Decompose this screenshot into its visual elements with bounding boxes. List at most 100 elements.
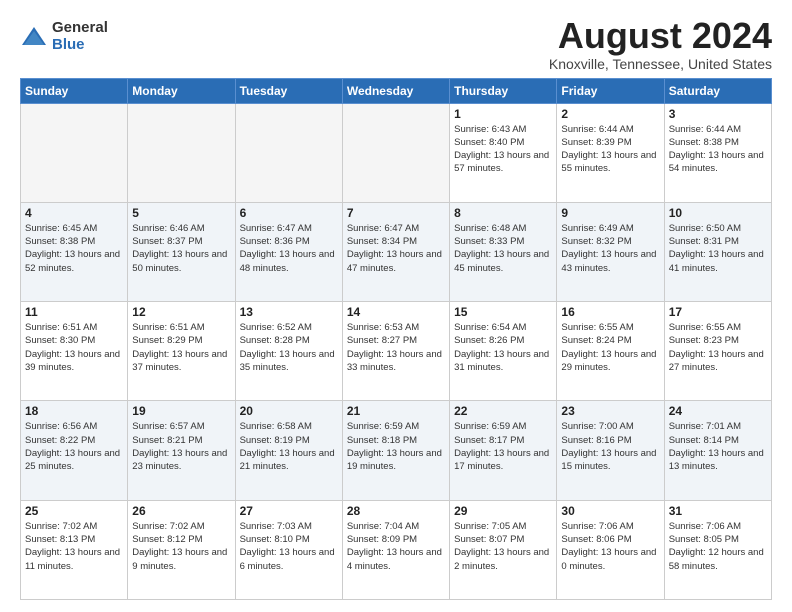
weekday-header-saturday: Saturday	[664, 78, 771, 103]
calendar-cell: 19 Sunrise: 6:57 AM Sunset: 8:21 PM Dayli…	[128, 401, 235, 500]
day-info: Sunrise: 6:57 AM Sunset: 8:21 PM Dayligh…	[132, 420, 230, 473]
calendar-week-2: 4 Sunrise: 6:45 AM Sunset: 8:38 PM Daylig…	[21, 202, 772, 301]
day-info: Sunrise: 7:01 AM Sunset: 8:14 PM Dayligh…	[669, 420, 767, 473]
weekday-header-tuesday: Tuesday	[235, 78, 342, 103]
day-number: 16	[561, 305, 659, 319]
calendar-cell: 10 Sunrise: 6:50 AM Sunset: 8:31 PM Dayli…	[664, 202, 771, 301]
calendar-cell: 11Sunrise: 6:51 AM Sunset: 8:30 PM Dayli…	[21, 302, 128, 401]
calendar-cell	[342, 103, 449, 202]
calendar-cell: 29 Sunrise: 7:05 AM Sunset: 8:07 PM Dayli…	[450, 500, 557, 599]
day-number: 1	[454, 107, 552, 121]
calendar-cell	[128, 103, 235, 202]
calendar-cell: 31Sunrise: 7:06 AM Sunset: 8:05 PM Dayli…	[664, 500, 771, 599]
day-info: Sunrise: 6:51 AM Sunset: 8:30 PM Dayligh…	[25, 321, 123, 374]
day-info: Sunrise: 7:03 AM Sunset: 8:10 PM Dayligh…	[240, 520, 338, 573]
day-info: Sunrise: 6:51 AM Sunset: 8:29 PM Dayligh…	[132, 321, 230, 374]
day-number: 3	[669, 107, 767, 121]
day-number: 20	[240, 404, 338, 418]
calendar-cell: 22 Sunrise: 6:59 AM Sunset: 8:17 PM Dayli…	[450, 401, 557, 500]
day-info: Sunrise: 6:50 AM Sunset: 8:31 PM Dayligh…	[669, 222, 767, 275]
calendar-cell: 2 Sunrise: 6:44 AM Sunset: 8:39 PM Daylig…	[557, 103, 664, 202]
day-number: 2	[561, 107, 659, 121]
title-block: August 2024 Knoxville, Tennessee, United…	[549, 16, 772, 72]
calendar-cell	[21, 103, 128, 202]
logo-text: General Blue	[52, 20, 108, 53]
calendar-cell: 23Sunrise: 7:00 AM Sunset: 8:16 PM Dayli…	[557, 401, 664, 500]
month-title: August 2024	[549, 16, 772, 56]
calendar-cell: 17Sunrise: 6:55 AM Sunset: 8:23 PM Dayli…	[664, 302, 771, 401]
day-info: Sunrise: 6:44 AM Sunset: 8:39 PM Dayligh…	[561, 123, 659, 176]
header: General Blue August 2024 Knoxville, Tenn…	[20, 16, 772, 72]
weekday-header-monday: Monday	[128, 78, 235, 103]
day-number: 26	[132, 504, 230, 518]
calendar-week-5: 25Sunrise: 7:02 AM Sunset: 8:13 PM Dayli…	[21, 500, 772, 599]
day-info: Sunrise: 6:43 AM Sunset: 8:40 PM Dayligh…	[454, 123, 552, 176]
calendar-week-1: 1 Sunrise: 6:43 AM Sunset: 8:40 PM Daylig…	[21, 103, 772, 202]
day-number: 19	[132, 404, 230, 418]
day-info: Sunrise: 6:48 AM Sunset: 8:33 PM Dayligh…	[454, 222, 552, 275]
day-info: Sunrise: 6:54 AM Sunset: 8:26 PM Dayligh…	[454, 321, 552, 374]
day-number: 10	[669, 206, 767, 220]
day-info: Sunrise: 6:53 AM Sunset: 8:27 PM Dayligh…	[347, 321, 445, 374]
day-number: 21	[347, 404, 445, 418]
day-number: 22	[454, 404, 552, 418]
calendar-cell: 5 Sunrise: 6:46 AM Sunset: 8:37 PM Daylig…	[128, 202, 235, 301]
calendar-cell: 27 Sunrise: 7:03 AM Sunset: 8:10 PM Dayli…	[235, 500, 342, 599]
calendar-cell: 6 Sunrise: 6:47 AM Sunset: 8:36 PM Daylig…	[235, 202, 342, 301]
calendar-cell: 16 Sunrise: 6:55 AM Sunset: 8:24 PM Dayli…	[557, 302, 664, 401]
calendar-week-3: 11Sunrise: 6:51 AM Sunset: 8:30 PM Dayli…	[21, 302, 772, 401]
day-number: 5	[132, 206, 230, 220]
day-info: Sunrise: 7:04 AM Sunset: 8:09 PM Dayligh…	[347, 520, 445, 573]
day-info: Sunrise: 6:47 AM Sunset: 8:36 PM Dayligh…	[240, 222, 338, 275]
day-number: 15	[454, 305, 552, 319]
calendar-week-4: 18 Sunrise: 6:56 AM Sunset: 8:22 PM Dayli…	[21, 401, 772, 500]
day-number: 13	[240, 305, 338, 319]
day-info: Sunrise: 6:56 AM Sunset: 8:22 PM Dayligh…	[25, 420, 123, 473]
day-info: Sunrise: 6:55 AM Sunset: 8:23 PM Dayligh…	[669, 321, 767, 374]
day-number: 29	[454, 504, 552, 518]
day-info: Sunrise: 6:46 AM Sunset: 8:37 PM Dayligh…	[132, 222, 230, 275]
weekday-header-row: SundayMondayTuesdayWednesdayThursdayFrid…	[21, 78, 772, 103]
calendar-cell: 25Sunrise: 7:02 AM Sunset: 8:13 PM Dayli…	[21, 500, 128, 599]
day-number: 18	[25, 404, 123, 418]
day-number: 25	[25, 504, 123, 518]
calendar-cell: 21 Sunrise: 6:59 AM Sunset: 8:18 PM Dayli…	[342, 401, 449, 500]
calendar-cell: 13Sunrise: 6:52 AM Sunset: 8:28 PM Dayli…	[235, 302, 342, 401]
day-info: Sunrise: 7:00 AM Sunset: 8:16 PM Dayligh…	[561, 420, 659, 473]
calendar-table: SundayMondayTuesdayWednesdayThursdayFrid…	[20, 78, 772, 600]
calendar-cell: 14Sunrise: 6:53 AM Sunset: 8:27 PM Dayli…	[342, 302, 449, 401]
day-info: Sunrise: 6:55 AM Sunset: 8:24 PM Dayligh…	[561, 321, 659, 374]
day-info: Sunrise: 6:59 AM Sunset: 8:17 PM Dayligh…	[454, 420, 552, 473]
day-number: 12	[132, 305, 230, 319]
day-info: Sunrise: 6:59 AM Sunset: 8:18 PM Dayligh…	[347, 420, 445, 473]
calendar-cell: 12 Sunrise: 6:51 AM Sunset: 8:29 PM Dayli…	[128, 302, 235, 401]
weekday-header-friday: Friday	[557, 78, 664, 103]
day-number: 9	[561, 206, 659, 220]
calendar-cell: 28 Sunrise: 7:04 AM Sunset: 8:09 PM Dayli…	[342, 500, 449, 599]
calendar-cell: 7Sunrise: 6:47 AM Sunset: 8:34 PM Daylig…	[342, 202, 449, 301]
day-number: 6	[240, 206, 338, 220]
day-number: 8	[454, 206, 552, 220]
day-number: 4	[25, 206, 123, 220]
day-info: Sunrise: 6:45 AM Sunset: 8:38 PM Dayligh…	[25, 222, 123, 275]
weekday-header-wednesday: Wednesday	[342, 78, 449, 103]
day-info: Sunrise: 7:05 AM Sunset: 8:07 PM Dayligh…	[454, 520, 552, 573]
day-number: 27	[240, 504, 338, 518]
calendar-cell	[235, 103, 342, 202]
calendar-cell: 9Sunrise: 6:49 AM Sunset: 8:32 PM Daylig…	[557, 202, 664, 301]
calendar-cell: 24Sunrise: 7:01 AM Sunset: 8:14 PM Dayli…	[664, 401, 771, 500]
day-number: 31	[669, 504, 767, 518]
day-info: Sunrise: 7:02 AM Sunset: 8:12 PM Dayligh…	[132, 520, 230, 573]
calendar-cell: 20 Sunrise: 6:58 AM Sunset: 8:19 PM Dayli…	[235, 401, 342, 500]
calendar-cell: 26 Sunrise: 7:02 AM Sunset: 8:12 PM Dayli…	[128, 500, 235, 599]
day-number: 28	[347, 504, 445, 518]
day-info: Sunrise: 6:44 AM Sunset: 8:38 PM Dayligh…	[669, 123, 767, 176]
weekday-header-sunday: Sunday	[21, 78, 128, 103]
calendar-cell: 3 Sunrise: 6:44 AM Sunset: 8:38 PM Daylig…	[664, 103, 771, 202]
weekday-header-thursday: Thursday	[450, 78, 557, 103]
page: General Blue August 2024 Knoxville, Tenn…	[0, 0, 792, 612]
day-info: Sunrise: 6:58 AM Sunset: 8:19 PM Dayligh…	[240, 420, 338, 473]
logo-icon	[20, 23, 48, 51]
day-info: Sunrise: 6:47 AM Sunset: 8:34 PM Dayligh…	[347, 222, 445, 275]
calendar-cell: 30Sunrise: 7:06 AM Sunset: 8:06 PM Dayli…	[557, 500, 664, 599]
